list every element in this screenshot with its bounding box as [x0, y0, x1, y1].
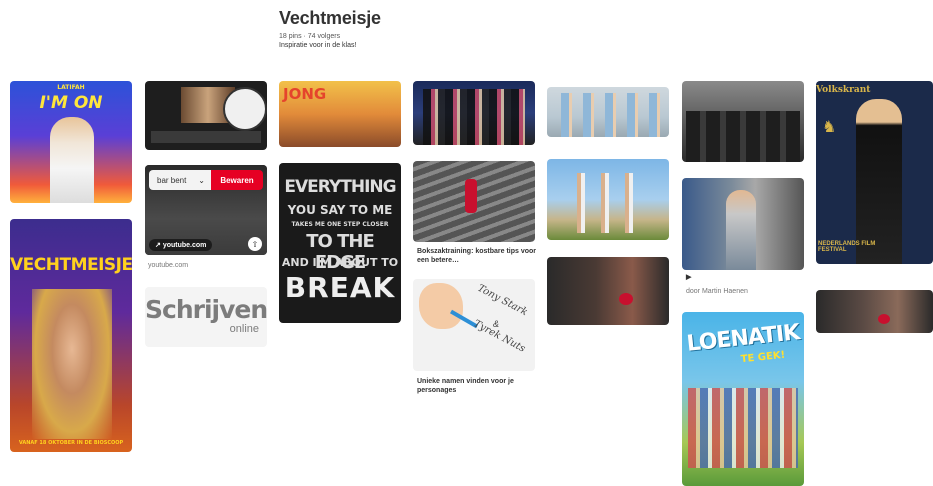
pin-guitar-video[interactable]	[682, 178, 804, 270]
quote-line1: EVERYTHING	[284, 177, 396, 197]
cast-figures	[423, 89, 525, 145]
pin-poster-face	[32, 289, 112, 439]
jong-logo: JONG	[283, 85, 327, 103]
pin-guitar-caption: door Martin Haenen	[686, 288, 748, 295]
quote-line6: BREAK	[284, 271, 396, 304]
board-meta: 18 pins · 74 volgers	[279, 33, 341, 40]
schrijven-line2: online	[229, 323, 259, 335]
pin-unieke-namen[interactable]: Tony Stark & Tyrek Nuts	[413, 279, 535, 371]
pin-imon-title: I'M ON	[39, 93, 103, 113]
quote-line2: YOU SAY TO ME	[287, 203, 393, 217]
pin-room[interactable]	[682, 81, 804, 162]
save-bar: bar bent ⌄ Bewaren	[149, 170, 263, 190]
pin-youtube[interactable]: bar bent ⌄ Bewaren ↗ youtube.com ⇧	[145, 165, 267, 255]
boxing-glove-2	[878, 314, 890, 324]
pin-quote[interactable]: EVERYTHING YOU SAY TO ME TAKES ME ONE ST…	[279, 163, 401, 323]
save-button[interactable]: Bewaren	[211, 170, 263, 190]
hand-icon	[419, 283, 463, 329]
pin-schrijven-online[interactable]: Schrijven online	[145, 287, 267, 347]
source-link[interactable]: ↗ youtube.com	[149, 239, 213, 251]
beach-figures	[567, 173, 647, 233]
handwriting-3: Tyrek Nuts	[471, 318, 527, 355]
pin-loenatik[interactable]: LOENATIK TE GEK!	[682, 312, 804, 486]
boxing-glove	[619, 293, 633, 305]
pin-youtube-caption: youtube.com	[148, 262, 189, 269]
source-link-label: youtube.com	[162, 242, 207, 249]
play-icon[interactable]: ▶	[686, 273, 691, 282]
pin-vechtmeisje-poster[interactable]: VECHTMEISJE VANAF 18 OKTOBER IN DE BIOSC…	[10, 219, 132, 452]
pin-volkskrant[interactable]: Volkskrant ♞ NEDERLANDS FILM FESTIVAL	[816, 81, 933, 264]
pin-poster-title: VECHTMEISJE	[10, 255, 132, 275]
editor-timeline	[151, 131, 261, 143]
editor-wheel	[223, 87, 267, 131]
chevron-down-icon: ⌄	[198, 175, 205, 185]
quote-line5: AND I'M ABOUT TO	[281, 256, 399, 269]
pin-imon-artist: LATIFAH	[57, 84, 85, 91]
handwriting-1: Tony Stark	[475, 282, 530, 319]
pin-boks-caption: Bokszaktraining: kostbare tips voor een …	[417, 248, 537, 264]
punching-bag	[465, 179, 477, 213]
pin-bokszaktraining[interactable]	[413, 161, 535, 242]
kids-figures	[555, 93, 661, 137]
board-header: Vechtmeisje 18 pins · 74 volgers Inspira…	[279, 8, 381, 49]
deer-logo-icon: ♞	[822, 119, 837, 136]
pin-beach[interactable]	[547, 159, 669, 240]
pin-cast-photo[interactable]	[413, 81, 535, 145]
board-select-value: bar bent	[157, 175, 187, 185]
person-figure	[856, 99, 902, 264]
pin-boxers[interactable]	[547, 257, 669, 325]
pin-imon-figure	[50, 117, 94, 203]
pin-namen-caption: Unieke namen vinden voor je personages	[417, 378, 514, 394]
share-icon[interactable]: ⇧	[248, 237, 262, 251]
loenatik-cast	[688, 388, 798, 468]
pin-classroom-kids[interactable]	[547, 87, 669, 137]
pin-boxers-2[interactable]	[816, 290, 933, 333]
board-title: Vechtmeisje	[279, 8, 381, 28]
festival-name: NEDERLANDS FILM FESTIVAL	[818, 241, 876, 253]
guitarist	[726, 190, 756, 270]
pin-imon[interactable]: LATIFAH I'M ON	[10, 81, 132, 203]
pin-video-editor[interactable]	[145, 81, 267, 150]
board-select[interactable]: bar bent ⌄	[149, 170, 211, 190]
board-description: Inspiratie voor in de klas!	[279, 42, 357, 49]
pin-jong[interactable]: JONG	[279, 81, 401, 147]
volkskrant-brand: Volkskrant	[816, 85, 871, 95]
schrijven-line1: Schrijven	[145, 295, 267, 324]
quote-line3: TAKES ME ONE STEP CLOSER	[291, 221, 389, 228]
pin-poster-release: VANAF 18 OKTOBER IN DE BIOSCOOP	[18, 440, 124, 446]
room-figures	[686, 111, 800, 162]
